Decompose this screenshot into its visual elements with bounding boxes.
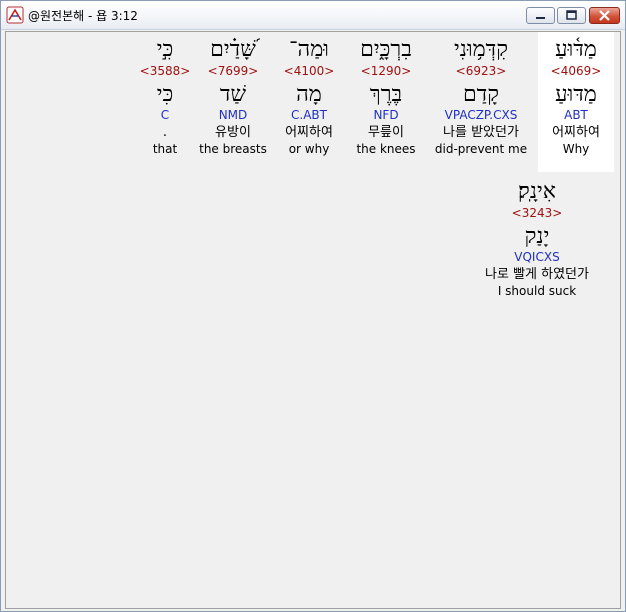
morphology-code: C [160, 108, 170, 122]
strong-number[interactable]: <4069> [538, 64, 614, 78]
hebrew-word: אִינָֽק׃ [518, 179, 556, 204]
lemma-word: מָה [296, 82, 322, 107]
word-column[interactable]: שָּׁ֝דַ֗יִם <7699> שַׁד NMD 유방이 the brea… [196, 37, 270, 157]
korean-gloss: 나를 받았던가 [443, 125, 519, 140]
lemma-word: קָדַם [462, 82, 500, 107]
minimize-button[interactable] [526, 7, 555, 24]
korean-gloss: 어찌하여 [285, 125, 333, 140]
word-column[interactable]: מַדּ֫וּעַ <4069> מַדּוּעַ ABT 어찌하여 Why [538, 37, 614, 157]
korean-gloss: 무릎이 [368, 125, 404, 140]
close-button[interactable] [589, 7, 620, 24]
morphology-code: VQICXS [514, 250, 560, 264]
strong-number[interactable]: <7699> [196, 64, 270, 78]
english-gloss: the breasts [199, 142, 267, 156]
lemma-word: מַדּוּעַ [555, 82, 597, 107]
maximize-button[interactable] [557, 7, 586, 24]
title-bar[interactable]: @원전본해 - 욥 3:12 [1, 1, 625, 30]
korean-gloss: . [162, 125, 168, 140]
word-column[interactable]: אִינָֽק׃ <3243> יָנַק VQICXS 나로 빨게 하였던가 … [466, 179, 608, 299]
morphology-code: ABT [564, 108, 588, 122]
morphology-code: C.ABT [291, 108, 327, 122]
word-column[interactable]: וּמַה־ <4100> מָה C.ABT 어찌하여 or why [276, 37, 342, 157]
window-title: @원전본해 - 욥 3:12 [28, 9, 138, 23]
lemma-word: שַׁד [219, 82, 247, 107]
app-window: @원전본해 - 욥 3:12 מַדּ֫וּעַ <4069> מַדּוּעַ… [0, 0, 626, 612]
english-gloss: I should suck [497, 284, 577, 298]
word-column[interactable]: כִּ֣י <3588> כִּי C . that [138, 37, 192, 157]
interlinear-view[interactable]: מַדּ֫וּעַ <4069> מַדּוּעַ ABT 어찌하여 Why ק… [5, 31, 621, 609]
english-gloss: Why [562, 142, 590, 156]
english-gloss: the knees [356, 142, 416, 156]
word-column[interactable]: קִדְּמ֥וּנִי <6923> קָדַם VPACZP.CXS 나를 … [428, 37, 534, 157]
app-icon [6, 6, 24, 24]
lemma-word: כִּי [156, 82, 174, 107]
korean-gloss: 나로 빨게 하였던가 [485, 267, 589, 282]
strong-number[interactable]: <3588> [138, 64, 192, 78]
strong-number[interactable]: <6923> [428, 64, 534, 78]
english-gloss: that [152, 142, 178, 156]
maximize-icon [566, 10, 577, 20]
hebrew-word: בִרְכָּ֑יִם [360, 37, 412, 62]
morphology-code: NMD [218, 108, 248, 122]
lemma-word: בֶּרֶךְ [369, 82, 403, 107]
strong-number[interactable]: <3243> [466, 206, 608, 220]
hebrew-word: קִדְּמ֥וּנִי [454, 37, 508, 62]
hebrew-word: מַדּ֫וּעַ [555, 37, 597, 62]
english-gloss: did-prevent me [434, 142, 528, 156]
korean-gloss: 어찌하여 [552, 125, 600, 140]
strong-number[interactable]: <4100> [276, 64, 342, 78]
hebrew-word: כִּ֣י [156, 37, 174, 62]
lemma-word: יָנַק [524, 224, 550, 249]
hebrew-word: שָּׁ֝דַ֗יִם [210, 37, 256, 62]
korean-gloss: 유방이 [215, 125, 251, 140]
morphology-code: VPACZP.CXS [444, 108, 518, 122]
morphology-code: NFD [373, 108, 399, 122]
close-icon [599, 10, 610, 21]
strong-number[interactable]: <1290> [350, 64, 422, 78]
minimize-icon [536, 17, 545, 19]
english-gloss: or why [288, 142, 330, 156]
word-column[interactable]: בִרְכָּ֑יִם <1290> בֶּרֶךְ NFD 무릎이 the k… [350, 37, 422, 157]
hebrew-word: וּמַה־ [289, 37, 329, 62]
